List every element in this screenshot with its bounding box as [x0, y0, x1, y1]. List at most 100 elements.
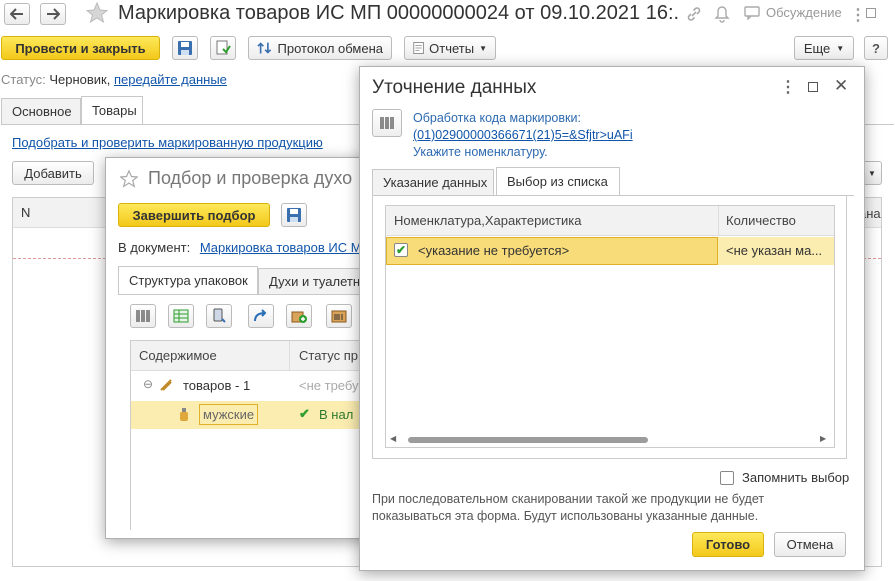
status-line: Статус: Черновик, передайте данные — [1, 72, 227, 87]
more-button[interactable]: Еще ▼ — [794, 36, 854, 60]
hint-text: Укажите номенклатуру. — [413, 145, 548, 159]
doc-line: В документ: Маркировка товаров ИС М — [118, 240, 362, 255]
discussion-button[interactable]: Обсуждение — [744, 5, 842, 20]
package-barcode-button[interactable] — [326, 304, 352, 328]
reports-label: Отчеты — [429, 40, 475, 56]
scroll-thumb[interactable] — [408, 437, 648, 443]
status-value: Черновик, — [49, 72, 111, 87]
col-status-header: Статус пр — [299, 348, 358, 363]
barcode-icon — [136, 310, 150, 322]
mark-code-link[interactable]: (01)02900000366671(21)5=&Sfjtr>uAFi — [413, 128, 633, 142]
tweezers-icon — [160, 379, 172, 391]
scroll-left-icon[interactable]: ◀ — [390, 434, 396, 443]
right-dropdown-fragment[interactable]: ▼ — [862, 161, 882, 185]
post-document-icon — [216, 40, 231, 55]
row-nomenclature: <указание не требуется> — [418, 243, 570, 258]
post-close-button[interactable]: Провести и закрыть — [1, 36, 160, 60]
col-nomenclature-header: Номенклатура,Характеристика — [394, 213, 582, 228]
arrow-right-icon — [47, 8, 60, 20]
tree-row-selected[interactable]: мужские ✔ В нал — [131, 401, 377, 429]
add-package-button[interactable] — [286, 304, 312, 328]
window-maximize-icon[interactable] — [866, 8, 876, 18]
scan-barcode-button[interactable] — [130, 304, 156, 328]
picker-star-icon[interactable] — [119, 169, 139, 191]
redo-button[interactable] — [248, 304, 274, 328]
link-icon[interactable] — [686, 6, 702, 25]
tab-main[interactable]: Основное — [1, 98, 81, 124]
tree-row-status: <не требу — [299, 378, 359, 393]
scanner-device-icon — [213, 308, 226, 323]
doc-label: В документ: — [118, 240, 191, 255]
clarify-dialog: Уточнение данных ⋮ ✕ Обработка кода марк… — [359, 66, 865, 571]
col-n-header: N — [21, 205, 31, 220]
floppy-icon — [287, 208, 301, 222]
finish-pick-button[interactable]: Завершить подбор — [118, 203, 270, 227]
remember-label: Запомнить выбор — [742, 470, 850, 485]
chevron-down-icon: ▼ — [836, 43, 845, 53]
tree-row[interactable]: ⊖ товаров - 1 <не требу — [131, 373, 377, 399]
curved-arrow-icon — [254, 309, 267, 322]
exchange-protocol-label: Протокол обмена — [277, 40, 384, 56]
reports-button[interactable]: Отчеты ▼ — [404, 36, 496, 60]
doc-link[interactable]: Маркировка товаров ИС М — [200, 240, 362, 255]
tab-package-structure[interactable]: Структура упаковок — [118, 266, 258, 294]
chevron-down-icon: ▼ — [479, 43, 487, 53]
perfume-icon — [180, 408, 188, 421]
nomenclature-table: Номенклатура,Характеристика Количество ✔… — [385, 205, 835, 448]
post-button[interactable] — [210, 36, 236, 60]
horizontal-scrollbar[interactable]: ◀ ▶ — [388, 434, 832, 446]
barcode-badge — [372, 109, 402, 137]
tab-panel: Номенклатура,Характеристика Количество ✔… — [372, 195, 847, 459]
tab-goods[interactable]: Товары — [81, 96, 143, 124]
dialog-menu-icon[interactable]: ⋮ — [780, 77, 796, 97]
picker-title: Подбор и проверка духо — [148, 168, 353, 188]
more-label: Еще — [803, 40, 831, 56]
tsd-button[interactable] — [206, 304, 232, 328]
cancel-button[interactable]: Отмена — [774, 532, 846, 557]
col-content-header: Содержимое — [139, 348, 217, 363]
dialog-close-icon[interactable]: ✕ — [834, 76, 848, 96]
nav-forward-button[interactable] — [40, 3, 66, 25]
remember-choice[interactable]: Запомнить выбор — [720, 470, 849, 485]
status-link[interactable]: передайте данные — [114, 72, 227, 87]
barcode-icon — [380, 117, 394, 129]
tree-row-name: товаров - 1 — [183, 378, 251, 393]
dialog-maximize-icon[interactable] — [808, 82, 818, 92]
processing-label: Обработка кода маркировки: — [413, 111, 581, 125]
window-menu-icon[interactable]: ⋮ — [850, 5, 866, 25]
chevron-down-icon: ▼ — [868, 168, 876, 178]
check-icon: ✔ — [395, 243, 407, 257]
row-checkbox[interactable]: ✔ — [394, 243, 408, 257]
favorite-star-icon[interactable] — [85, 1, 109, 27]
tree-row-status-selected: В нал — [319, 407, 354, 422]
col-divider — [718, 206, 719, 236]
collapse-icon[interactable]: ⊖ — [143, 377, 153, 391]
remember-checkbox[interactable] — [720, 470, 734, 485]
report-icon — [413, 42, 424, 54]
col-quantity-header: Количество — [726, 213, 796, 228]
tab-select-from-list[interactable]: Выбор из списка — [496, 167, 620, 195]
tab-specify-data[interactable]: Указание данных — [372, 169, 494, 195]
exchange-icon — [257, 42, 272, 54]
row-quantity: <не указан ма... — [726, 243, 823, 258]
dialog-title: Уточнение данных — [372, 77, 537, 98]
tree-row-name-selected: мужские — [199, 404, 259, 425]
exchange-protocol-button[interactable]: Протокол обмена — [248, 36, 392, 60]
box-barcode-icon — [331, 310, 347, 323]
scroll-right-icon[interactable]: ▶ — [820, 434, 826, 443]
package-tree: Содержимое Статус пр ⊖ товаров - 1 <не т… — [130, 340, 377, 530]
nav-back-button[interactable] — [4, 3, 30, 25]
select-check-link[interactable]: Подобрать и проверить маркированную прод… — [12, 135, 323, 150]
picker-tab-underline — [118, 294, 376, 295]
table-icon — [173, 309, 189, 323]
add-button[interactable]: Добавить — [12, 161, 94, 185]
discussion-label: Обсуждение — [766, 5, 842, 20]
table-edit-button[interactable] — [168, 304, 194, 328]
ok-button[interactable]: Готово — [692, 532, 764, 557]
table-row-selected[interactable]: ✔ <указание не требуется> <не указан ма.… — [386, 237, 834, 265]
bell-icon[interactable] — [714, 5, 730, 26]
save-button[interactable] — [172, 36, 198, 60]
floppy-icon — [178, 41, 192, 55]
picker-save-button[interactable] — [281, 203, 307, 227]
help-button[interactable]: ? — [864, 36, 888, 60]
